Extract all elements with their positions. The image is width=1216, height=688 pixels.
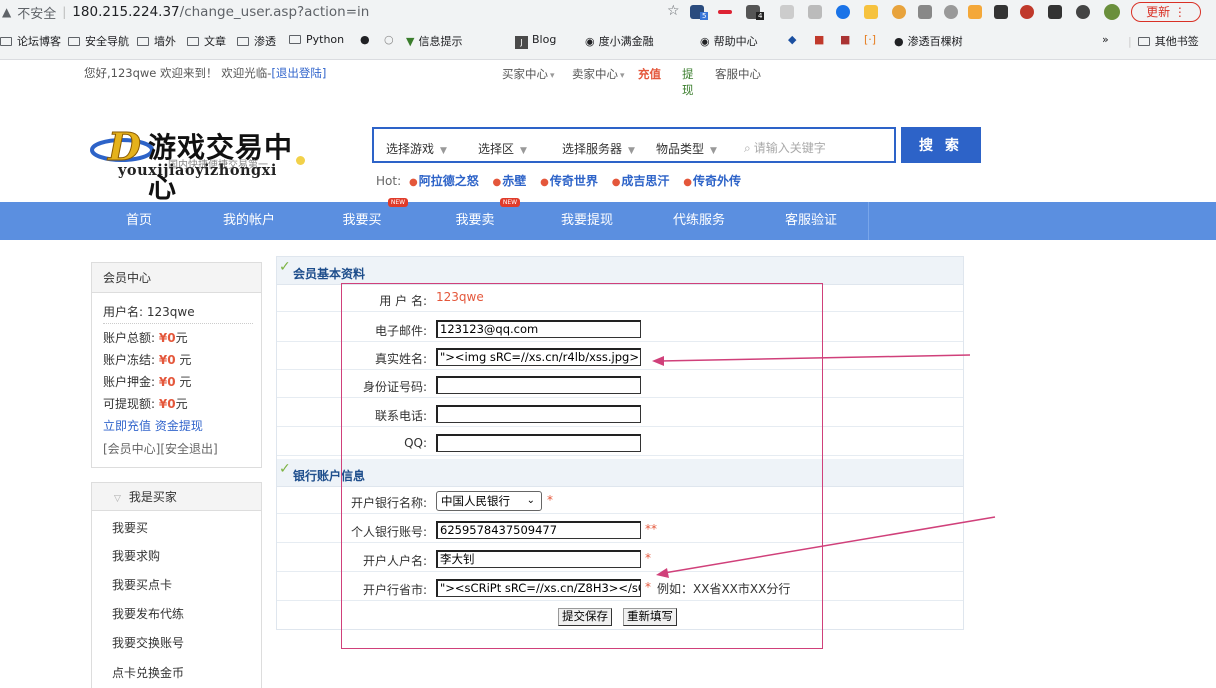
arrow-head-icon [656,568,669,578]
annotation-arrow-1 [659,354,971,362]
arrow-head-icon [652,356,664,366]
annotation-arrow-2 [663,516,996,574]
annotation-arrows [652,354,996,578]
